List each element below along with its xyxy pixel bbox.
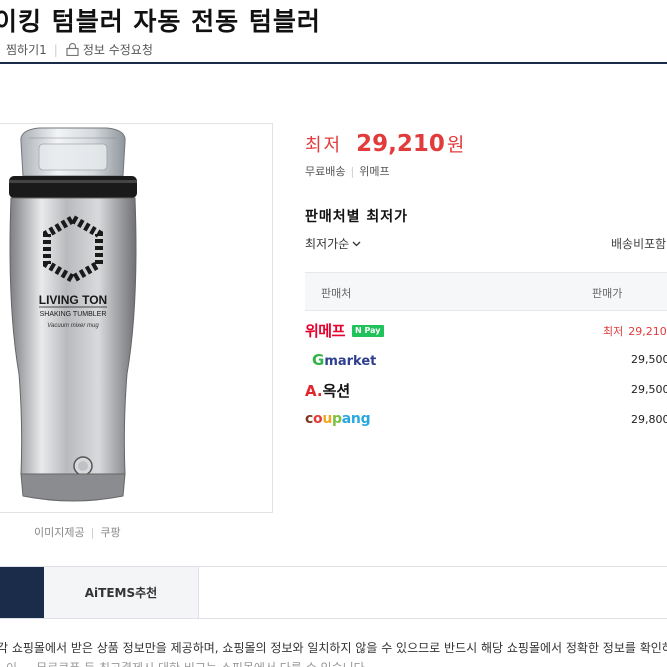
shipping-info: 무료배송 | 위메프 [305, 163, 390, 179]
tab-aitems[interactable]: AiTEMS추천 [44, 567, 199, 618]
seller-logo-coupang: coupang [305, 411, 371, 427]
tumbler-illustration: LIVING TON SHAKING TUMBLER Vacuum mixer … [9, 127, 137, 502]
seller-price-value: 29,210 [628, 325, 667, 338]
auction-logo-text: 옥션 [322, 382, 351, 400]
wishlist-button[interactable]: 찜하기1 [6, 41, 47, 58]
chevron-down-icon [352, 241, 361, 246]
sort-dropdown[interactable]: 최저가순 [305, 235, 361, 252]
seller-row-auction[interactable]: A.옥션 29,500 [305, 376, 667, 406]
product-meta-bar: 찜하기1 | 정보 수정요청 [6, 41, 153, 58]
page-title: 이킹 텀블러 자동 전동 텀블러 [0, 7, 321, 36]
disclaimer-line-1: 각 쇼핑몰에서 받은 상품 정보만을 제공하며, 쇼핑몰의 정보와 일치하지 않… [0, 641, 667, 655]
shipping-included-filter[interactable]: 배송비포함 [611, 235, 666, 252]
divider: | [53, 42, 58, 57]
seller-row-coupang[interactable]: coupang 29,800 [305, 406, 667, 436]
bottom-tab-bar: AiTEMS추천 [0, 566, 667, 619]
seller-logo-auction: A.옥션 [305, 382, 351, 400]
image-caption-source: 쿠팡 [100, 526, 121, 539]
lowest-price-value[interactable]: 29,210 [356, 131, 445, 157]
column-header-seller: 판매처 [321, 287, 352, 300]
column-header-price: 판매가 [592, 287, 623, 300]
seller-logo-wemep: 위메프 [305, 322, 345, 340]
lock-icon [66, 43, 79, 56]
image-brand-text: LIVING TON [39, 293, 107, 307]
wishlist-label: 찜하기 [6, 43, 40, 57]
seller-price: 최저 29,210 [603, 323, 667, 339]
tab-active-marker[interactable] [0, 567, 44, 618]
sellers-table-header: 판매처 판매가 [305, 272, 667, 311]
sort-label: 최저가순 [305, 237, 350, 251]
divider: | [350, 165, 355, 178]
seller-price-value: 29,500 [631, 353, 667, 366]
image-caption: 이미지제공 | 쿠팡 [34, 524, 121, 540]
sellers-section-title: 판매처별 최저가 [305, 209, 409, 225]
lowest-price-unit: 원 [446, 134, 465, 156]
lowest-price-label: 최저 [305, 135, 343, 156]
image-tagline-text: Vacuum mixer mug [47, 323, 99, 329]
header-divider [0, 62, 667, 64]
shipping-seller: 위메프 [359, 165, 390, 178]
disclaimer-line-2: 이 ... 무료쿠폰 등 최고결제시 대한 비교는 쇼핑몰에서 다를 수 있습니… [6, 659, 369, 667]
lowest-tag: 최저 [603, 325, 624, 338]
seller-logo-gmarket: Gmarket [312, 351, 377, 369]
divider: | [90, 526, 95, 539]
seller-price-value: 29,800 [631, 413, 667, 426]
npay-badge: N Pay [352, 325, 384, 337]
seller-row-wemep[interactable]: 위메프 N Pay 최저 29,210 [305, 316, 667, 346]
image-caption-label: 이미지제공 [34, 526, 85, 539]
edit-request-label: 정보 수정요청 [82, 43, 153, 57]
edit-request-button[interactable]: 정보 수정요청 [65, 41, 153, 58]
seller-row-gmarket[interactable]: Gmarket 29,500 [305, 346, 667, 376]
lowest-price: 최저 29,210 원 [305, 130, 464, 157]
seller-price-value: 29,500 [631, 383, 667, 396]
shipping-label: 무료배송 [305, 165, 346, 178]
image-subtitle-text: SHAKING TUMBLER [40, 311, 107, 318]
gmarket-logo-text: market [324, 354, 377, 369]
wishlist-count: 1 [39, 43, 47, 57]
product-image[interactable]: LIVING TON SHAKING TUMBLER Vacuum mixer … [0, 123, 273, 513]
